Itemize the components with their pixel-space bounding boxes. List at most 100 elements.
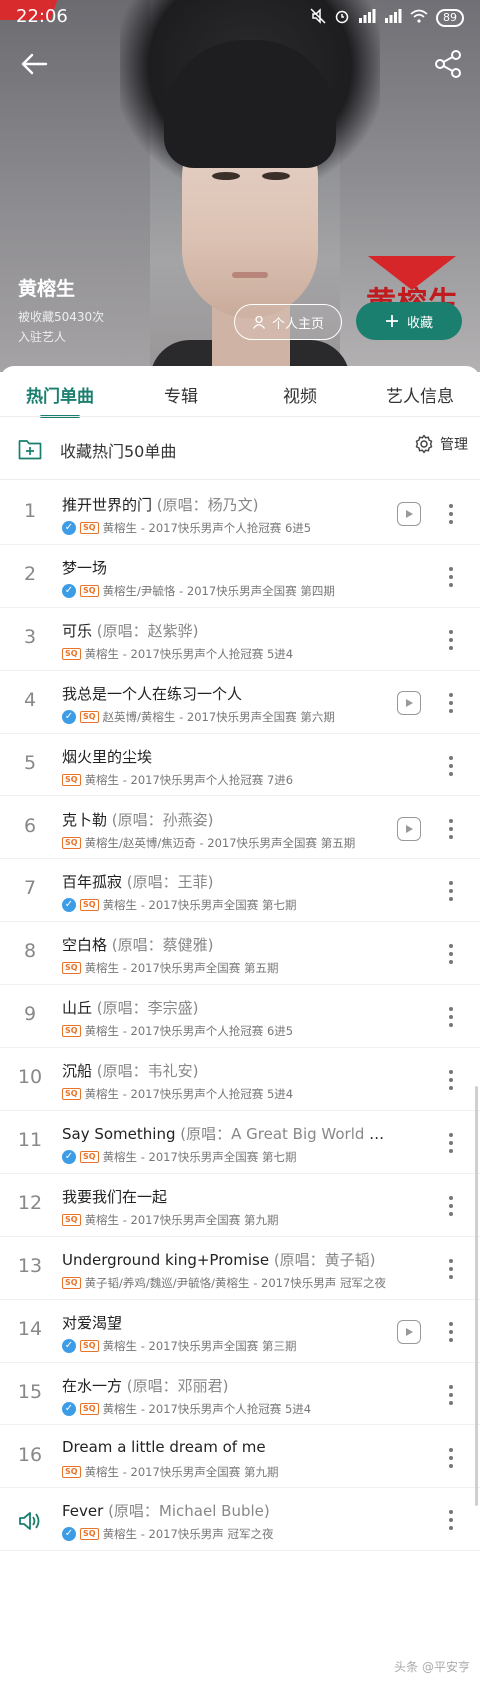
more-options-button[interactable] [447, 755, 455, 778]
play-icon [406, 824, 413, 833]
song-original-singer: (原唱：蔡健雅) [107, 936, 214, 955]
now-playing-speaker-icon [19, 1512, 40, 1531]
song-artist-album: 黄榕生 - 2017快乐男声全国赛 第九期 [84, 1464, 279, 1479]
tab-artist-info[interactable]: 艺人信息 [386, 382, 454, 407]
song-title: 烟火里的尘埃 [62, 746, 392, 767]
back-button[interactable] [16, 46, 52, 82]
more-options-button[interactable] [447, 1510, 455, 1532]
song-rank: 7 [23, 877, 37, 900]
song-meta: SQ 黄榕生 - 2017快乐男声个人抢冠赛 7进6 [62, 772, 422, 788]
more-options-button[interactable] [447, 566, 455, 589]
song-row[interactable]: 9 山丘 (原唱：李宗盛) SQ 黄榕生 - 2017快乐男声个人抢冠赛 6进5 [0, 985, 480, 1049]
mv-play-button[interactable] [397, 1319, 421, 1344]
artist-homepage-label: 个人主页 [271, 316, 324, 332]
verified-check-icon: ✓ [62, 583, 76, 598]
song-name: 百年孤寂 [62, 873, 123, 892]
artist-header: 黄榕生 22:06 89 黄榕生 被收藏50430次 [0, 0, 480, 372]
song-rank: 3 [23, 625, 37, 648]
tab-hot-songs[interactable]: 热门单曲 [26, 382, 94, 407]
song-artist-album: 黄榕生 - 2017快乐男声全国赛 第三期 [102, 1338, 297, 1353]
more-options-button[interactable] [447, 1384, 455, 1407]
song-meta: SQ 黄榕生 - 2017快乐男声全国赛 第五期 [62, 960, 422, 976]
song-row[interactable]: 4 我总是一个人在练习一个人 ✓ SQ 赵英博/黄榕生 - 2017快乐男声全国赛 … [0, 671, 480, 734]
verified-check-icon: ✓ [62, 709, 76, 724]
song-original-singer: (原唱：Michael Buble) [103, 1502, 270, 1521]
verified-check-icon: ✓ [62, 898, 76, 913]
song-row[interactable]: 3 可乐 (原唱：赵紫骅) SQ 黄榕生 - 2017快乐男声个人抢冠赛 5进4 [0, 608, 480, 671]
divider [0, 416, 480, 417]
song-name: 我总是一个人在练习一个人 [62, 684, 243, 703]
more-dots-icon [449, 1510, 453, 1515]
collect-artist-button[interactable]: 收藏 [356, 302, 462, 340]
song-row[interactable]: 14 对爱渴望 ✓ SQ 黄榕生 - 2017快乐男声全国赛 第三期 [0, 1300, 480, 1363]
song-rank: 10 [17, 1066, 43, 1089]
collect-hot-songs-button[interactable]: 收藏热门50单曲 [60, 438, 176, 462]
sq-quality-badge: SQ [62, 962, 81, 975]
more-options-button[interactable] [447, 944, 455, 966]
song-title: Say Something (原唱：A Great Big World & Ch… [62, 1123, 392, 1144]
song-artist-album: 黄榕生 - 2017快乐男声 冠军之夜 [102, 1527, 274, 1542]
more-options-button[interactable] [447, 1321, 455, 1344]
mv-play-button[interactable] [397, 502, 421, 526]
song-meta: SQ 黄榕生 - 2017快乐男声全国赛 第九期 [62, 1464, 422, 1480]
manage-button[interactable]: 管理 [414, 434, 468, 454]
song-row[interactable]: Fever (原唱：Michael Buble) ✓ SQ 黄榕生 - 2017快乐… [0, 1488, 480, 1552]
song-row[interactable]: 13 Underground king+Promise (原唱：黄子韬) SQ 黄… [0, 1237, 480, 1300]
song-meta: ✓ SQ 黄榕生 - 2017快乐男声全国赛 第七期 [62, 1149, 422, 1165]
song-row[interactable]: 12 我要我们在一起 SQ 黄榕生 - 2017快乐男声全国赛 第九期 [0, 1174, 480, 1237]
more-options-button[interactable] [447, 1007, 455, 1029]
song-row[interactable]: 5 烟火里的尘埃 SQ 黄榕生 - 2017快乐男声个人抢冠赛 7进6 [0, 734, 480, 797]
collect-artist-label: 收藏 [406, 315, 433, 331]
song-artist-album: 黄榕生/赵英博/焦迈奇 - 2017快乐男声全国赛 第五期 [84, 835, 356, 850]
more-dots-icon [449, 1133, 453, 1137]
song-row[interactable]: 6 克卜勒 (原唱：孙燕姿) SQ 黄榕生/赵英博/焦迈奇 - 2017快乐男声全… [0, 797, 480, 860]
artist-homepage-button[interactable]: 个人主页 [234, 304, 342, 340]
mv-play-button[interactable] [397, 690, 421, 715]
song-row[interactable]: 10 沉船 (原唱：韦礼安) SQ 黄榕生 - 2017快乐男声个人抢冠赛 5进4 [0, 1048, 480, 1111]
more-dots-icon [449, 629, 453, 634]
song-original-singer: (原唱：王菲) [122, 873, 214, 892]
song-row[interactable]: 1 推开世界的门 (原唱：杨乃文) ✓ SQ 黄榕生 - 2017快乐男声个人抢冠赛… [0, 482, 480, 545]
plus-icon [385, 315, 398, 327]
song-row[interactable]: 11 Say Something (原唱：A Great Big World &… [0, 1111, 480, 1174]
song-artist-album: 赵英博/黄榕生 - 2017快乐男声全国赛 第六期 [102, 709, 335, 724]
watermark-text: 头条 @平安亨 [394, 1660, 470, 1674]
folder-add-icon[interactable] [18, 438, 42, 460]
song-row[interactable]: 16 Dream a little dream of me SQ 黄榕生 - 20… [0, 1426, 480, 1489]
more-options-button[interactable] [447, 881, 455, 903]
song-row[interactable]: 15 在水一方 (原唱：邓丽君) ✓ SQ 黄榕生 - 2017快乐男声个人抢冠赛 … [0, 1363, 480, 1426]
more-options-button[interactable] [447, 1070, 455, 1092]
song-name: 推开世界的门 [62, 496, 153, 514]
status-icons: 89 [310, 8, 464, 28]
sq-quality-badge: SQ [80, 522, 99, 534]
more-options-button[interactable] [447, 629, 455, 652]
more-options-button[interactable] [447, 692, 455, 715]
song-original-singer: (原唱：孙燕姿) [107, 810, 214, 829]
more-options-button[interactable] [447, 1258, 455, 1281]
tab-videos[interactable]: 视频 [283, 382, 317, 407]
more-options-button[interactable] [447, 1195, 455, 1218]
more-dots-icon [449, 881, 453, 886]
more-dots-icon [449, 944, 453, 949]
song-row[interactable]: 2 梦一场 ✓ SQ 黄榕生/尹毓恪 - 2017快乐男声全国赛 第四期 [0, 545, 480, 608]
song-title: 空白格 (原唱：蔡健雅) [62, 934, 392, 955]
song-title: 可乐 (原唱：赵紫骅) [62, 620, 392, 641]
song-row[interactable]: 8 空白格 (原唱：蔡健雅) SQ 黄榕生 - 2017快乐男声全国赛 第五期 [0, 922, 480, 986]
mv-play-button[interactable] [397, 816, 421, 841]
song-meta: SQ 黄榕生 - 2017快乐男声个人抢冠赛 5进4 [62, 646, 422, 662]
song-meta: ✓ SQ 黄榕生/尹毓恪 - 2017快乐男声全国赛 第四期 [62, 583, 422, 599]
more-options-button[interactable] [447, 1133, 455, 1155]
tab-albums[interactable]: 专辑 [164, 382, 198, 407]
more-options-button[interactable] [447, 1447, 455, 1470]
song-original-singer: (原唱：韦礼安) [92, 1062, 199, 1081]
song-rank: 14 [17, 1317, 43, 1340]
scrollbar[interactable] [475, 1086, 478, 1506]
more-options-button[interactable] [447, 504, 455, 526]
share-button[interactable] [432, 48, 464, 80]
song-artist-album: 黄榕生 - 2017快乐男声全国赛 第七期 [102, 898, 297, 913]
song-meta: SQ 黄榕生 - 2017快乐男声个人抢冠赛 5进4 [62, 1086, 422, 1102]
person-icon [252, 315, 266, 329]
song-name: Fever [62, 1502, 104, 1521]
song-row[interactable]: 7 百年孤寂 (原唱：王菲) ✓ SQ 黄榕生 - 2017快乐男声全国赛 第七期 [0, 859, 480, 923]
more-options-button[interactable] [447, 818, 455, 841]
